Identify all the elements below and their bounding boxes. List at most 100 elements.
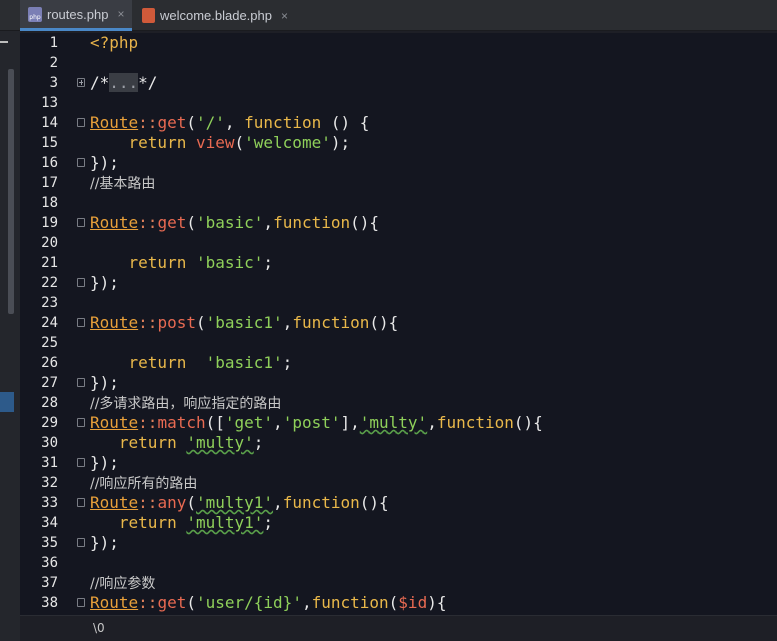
code-line[interactable]: 22}); bbox=[20, 273, 777, 293]
code-token: */ bbox=[138, 73, 158, 92]
code-text: return 'basic'; bbox=[90, 253, 274, 273]
code-text: Route::match(['get','post'],'multy',func… bbox=[90, 413, 543, 433]
line-number: 33 bbox=[41, 495, 58, 511]
code-line[interactable]: 38 Route::get('user/{id}',function($id){ bbox=[20, 593, 777, 613]
code-line[interactable]: 34 return 'multy1'; bbox=[20, 513, 777, 533]
code-token: }); bbox=[90, 373, 119, 392]
fold-collapse-icon[interactable] bbox=[77, 418, 85, 427]
code-token: }); bbox=[90, 273, 119, 292]
code-token: :: bbox=[138, 213, 158, 232]
fold-collapse-icon[interactable] bbox=[77, 538, 85, 547]
line-number: 29 bbox=[41, 415, 58, 431]
fold-collapse-icon[interactable] bbox=[77, 498, 85, 507]
code-editor[interactable]: 1 <?php23/*...*/13 14 Route::get('/', funct… bbox=[20, 33, 777, 615]
code-line[interactable]: 33 Route::any('multy1',function(){ bbox=[20, 493, 777, 513]
code-token: view bbox=[195, 133, 235, 152]
code-token: return bbox=[128, 253, 187, 272]
code-line[interactable]: 23 bbox=[20, 293, 777, 313]
close-icon[interactable]: × bbox=[117, 7, 124, 21]
code-token: 'user/{id}' bbox=[195, 593, 302, 612]
code-line[interactable]: 29 Route::match(['get','post'],'multy',fu… bbox=[20, 413, 777, 433]
code-token: get bbox=[157, 213, 187, 232]
fold-collapse-icon[interactable] bbox=[77, 278, 85, 287]
tab-label: routes.php bbox=[47, 6, 109, 22]
code-token: , bbox=[224, 113, 245, 132]
tab-welcome-blade-php[interactable]: welcome.blade.php × bbox=[134, 0, 294, 31]
code-line[interactable]: 15 return view('welcome'); bbox=[20, 133, 777, 153]
fold-expand-icon[interactable] bbox=[77, 78, 85, 87]
code-line[interactable]: 21 return 'basic'; bbox=[20, 253, 777, 273]
code-line[interactable]: 24 Route::post('basic1',function(){ bbox=[20, 313, 777, 333]
code-token: return bbox=[118, 513, 177, 532]
current-line-marker bbox=[0, 392, 14, 412]
line-number: 3 bbox=[49, 75, 58, 91]
line-number: 2 bbox=[49, 55, 58, 71]
code-token: get bbox=[157, 113, 187, 132]
line-number: 22 bbox=[41, 275, 58, 291]
close-icon[interactable]: × bbox=[281, 9, 288, 23]
code-token: Route bbox=[90, 593, 139, 612]
fold-collapse-icon[interactable] bbox=[77, 158, 85, 167]
code-line[interactable]: 36 bbox=[20, 553, 777, 573]
code-line[interactable]: 35}); bbox=[20, 533, 777, 553]
tab-routes-php[interactable]: php routes.php × bbox=[20, 0, 132, 31]
line-number: 18 bbox=[41, 195, 58, 211]
code-text: return 'multy1'; bbox=[90, 513, 273, 533]
scrollbar-thumb[interactable] bbox=[8, 69, 14, 314]
code-line[interactable]: 19 Route::get('basic',function(){ bbox=[20, 213, 777, 233]
code-token: function bbox=[282, 493, 360, 512]
fold-collapse-icon[interactable] bbox=[77, 378, 85, 387]
line-number: 21 bbox=[41, 255, 58, 271]
code-token: <?php bbox=[90, 33, 139, 52]
line-number: 25 bbox=[41, 335, 58, 351]
code-token: any bbox=[157, 493, 187, 512]
code-line[interactable]: 18 bbox=[20, 193, 777, 213]
code-token: Route bbox=[90, 313, 139, 332]
tab-label: welcome.blade.php bbox=[159, 8, 272, 23]
fold-collapse-icon[interactable] bbox=[77, 318, 85, 327]
fold-collapse-icon[interactable] bbox=[77, 218, 85, 227]
code-line[interactable]: 14 Route::get('/', function () { bbox=[20, 113, 777, 133]
fold-collapse-icon[interactable] bbox=[77, 458, 85, 467]
code-line[interactable]: 30 return 'multy'; bbox=[20, 433, 777, 453]
line-number: 23 bbox=[41, 295, 58, 311]
code-token: , bbox=[427, 413, 437, 432]
fold-collapse-icon[interactable] bbox=[77, 118, 85, 127]
code-token: function bbox=[436, 413, 514, 432]
panel-marker bbox=[0, 41, 8, 43]
code-line[interactable]: 37 //响应参数 bbox=[20, 573, 777, 593]
code-line[interactable]: 17 //基本路由 bbox=[20, 173, 777, 193]
status-text: \0 bbox=[93, 621, 105, 635]
code-token: ; bbox=[282, 353, 293, 372]
code-token: , bbox=[282, 313, 293, 332]
code-line[interactable]: 31}); bbox=[20, 453, 777, 473]
code-line[interactable]: 25 bbox=[20, 333, 777, 353]
code-line[interactable]: 3 /*...*/ bbox=[20, 73, 777, 93]
code-token: Route bbox=[90, 113, 139, 132]
code-line[interactable]: 13 bbox=[20, 93, 777, 113]
code-token: function bbox=[244, 113, 322, 132]
code-line[interactable]: 28 //多请求路由，响应指定的路由 bbox=[20, 393, 777, 413]
code-token: '/' bbox=[195, 113, 225, 132]
fold-collapse-icon[interactable] bbox=[77, 598, 85, 607]
code-token: }); bbox=[90, 453, 119, 472]
code-line[interactable]: 2 bbox=[20, 53, 777, 73]
code-line[interactable]: 16}); bbox=[20, 153, 777, 173]
code-text: //响应所有的路由 bbox=[90, 473, 197, 494]
line-number: 19 bbox=[41, 215, 58, 231]
code-line[interactable]: 26 return 'basic1'; bbox=[20, 353, 777, 373]
code-line[interactable]: 32 //响应所有的路由 bbox=[20, 473, 777, 493]
code-line[interactable]: 20 bbox=[20, 233, 777, 253]
code-line[interactable]: 27}); bbox=[20, 373, 777, 393]
code-token: }); bbox=[90, 153, 119, 172]
code-line[interactable]: 1 <?php bbox=[20, 33, 777, 53]
code-text: }); bbox=[90, 373, 119, 393]
line-number: 15 bbox=[41, 135, 58, 151]
code-text: Route::get('basic',function(){ bbox=[90, 213, 379, 233]
code-token: 'multy' bbox=[186, 433, 254, 452]
